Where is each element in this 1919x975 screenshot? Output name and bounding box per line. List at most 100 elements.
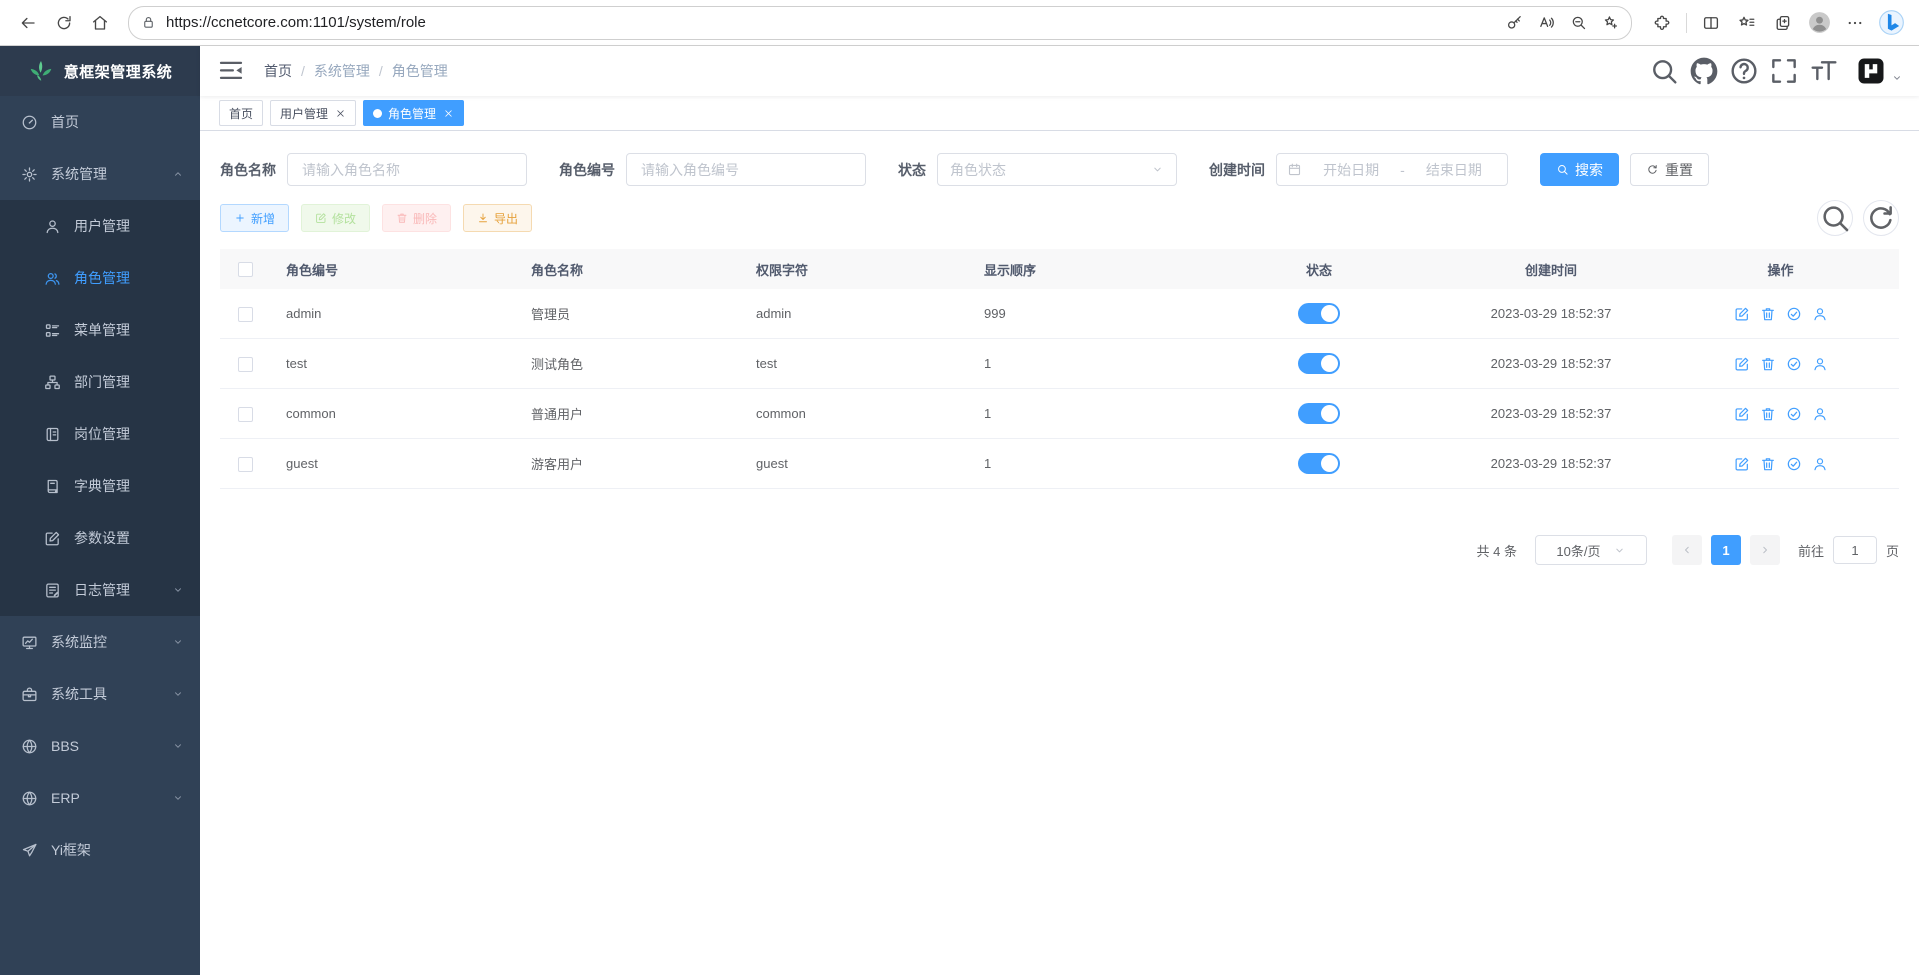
header-search-icon[interactable] [1648,55,1680,87]
password-key-icon[interactable] [1499,9,1529,37]
cell-perm-string: admin [740,289,968,339]
date-range-picker[interactable]: 开始日期 - 结束日期 [1276,153,1508,186]
row-assign-user-button[interactable] [1812,356,1828,372]
sidebar-item-bbs[interactable]: BBS [0,720,200,772]
status-select[interactable]: 角色状态 [937,153,1177,186]
close-icon[interactable] [335,108,346,119]
refresh-table-icon[interactable] [1863,200,1899,236]
help-icon[interactable] [1728,55,1760,87]
sidebar-item-label: 岗位管理 [74,424,184,444]
sidebar-item-role-management[interactable]: 角色管理 [0,252,200,304]
sidebar-item-user-management[interactable]: 用户管理 [0,200,200,252]
row-datascope-button[interactable] [1786,406,1802,422]
user-menu-caret-icon[interactable] [1891,72,1903,84]
show-search-toggle-icon[interactable] [1817,200,1853,236]
row-delete-button[interactable] [1760,356,1776,372]
delete-button[interactable]: 删除 [382,204,451,232]
page-unit-label: 页 [1886,541,1899,560]
role-code-input[interactable] [626,153,866,186]
read-aloud-icon[interactable] [1531,9,1561,37]
goto-page-input[interactable] [1833,536,1877,564]
close-icon[interactable] [443,108,454,119]
select-all-checkbox[interactable] [238,262,253,277]
status-toggle[interactable] [1298,303,1340,324]
row-datascope-button[interactable] [1786,356,1802,372]
sidebar-item-erp[interactable]: ERP [0,772,200,824]
collections-icon[interactable] [1765,6,1801,40]
breadcrumb-home[interactable]: 首页 [264,61,292,81]
cell-role-name: 普通用户 [515,389,740,439]
user-avatar-logo[interactable] [1856,56,1886,86]
row-checkbox[interactable] [238,407,253,422]
browser-more-icon[interactable] [1837,6,1873,40]
tab-角色管理[interactable]: 角色管理 [363,100,464,126]
search-button[interactable]: 搜索 [1540,153,1619,186]
tab-用户管理[interactable]: 用户管理 [270,100,356,126]
tab-label: 首页 [229,105,253,122]
fullscreen-icon[interactable] [1768,55,1800,87]
sidebar-item-label: 日志管理 [74,580,172,600]
next-page-button[interactable] [1750,535,1780,565]
sidebar-item-yi-framework[interactable]: Yi框架 [0,824,200,876]
row-assign-user-button[interactable] [1812,306,1828,322]
reset-button[interactable]: 重置 [1630,153,1709,186]
export-button[interactable]: 导出 [463,204,532,232]
bing-chat-icon[interactable] [1873,6,1909,40]
cell-role-name: 测试角色 [515,339,740,389]
sidebar-item-log-management[interactable]: 日志管理 [0,564,200,616]
sidebar-item-dict-management[interactable]: 字典管理 [0,460,200,512]
address-bar[interactable]: https://ccnetcore.com:1101/system/role [128,6,1632,40]
url-text[interactable]: https://ccnetcore.com:1101/system/role [166,14,1497,31]
row-edit-button[interactable] [1734,406,1750,422]
sidebar-item-dept-management[interactable]: 部门管理 [0,356,200,408]
browser-back-icon[interactable] [10,6,46,40]
cell-created-time: 2023-03-29 18:52:37 [1440,439,1662,489]
sidebar-item-system-monitor[interactable]: 系统监控 [0,616,200,668]
browser-home-icon[interactable] [82,6,118,40]
row-delete-button[interactable] [1760,406,1776,422]
row-assign-user-button[interactable] [1812,456,1828,472]
github-icon[interactable] [1688,55,1720,87]
role-name-input[interactable] [287,153,527,186]
add-button[interactable]: 新增 [220,204,289,232]
font-size-icon[interactable] [1808,55,1840,87]
page-number-1[interactable]: 1 [1711,535,1741,565]
status-toggle[interactable] [1298,453,1340,474]
add-favorite-icon[interactable] [1595,9,1625,37]
sidebar-item-param-settings[interactable]: 参数设置 [0,512,200,564]
split-screen-icon[interactable] [1693,6,1729,40]
row-checkbox[interactable] [238,457,253,472]
row-checkbox[interactable] [238,307,253,322]
browser-profile-avatar[interactable] [1801,6,1837,40]
row-delete-button[interactable] [1760,306,1776,322]
sidebar-item-home[interactable]: 首页 [0,96,200,148]
extensions-icon[interactable] [1644,6,1680,40]
zoom-out-icon[interactable] [1563,9,1593,37]
favorites-icon[interactable] [1729,6,1765,40]
sidebar-item-system-tools[interactable]: 系统工具 [0,668,200,720]
row-assign-user-button[interactable] [1812,406,1828,422]
start-date-placeholder[interactable]: 开始日期 [1308,160,1394,180]
browser-reload-icon[interactable] [46,6,82,40]
row-delete-button[interactable] [1760,456,1776,472]
end-date-placeholder[interactable]: 结束日期 [1411,160,1497,180]
status-toggle[interactable] [1298,353,1340,374]
row-edit-button[interactable] [1734,456,1750,472]
status-toggle[interactable] [1298,403,1340,424]
row-edit-button[interactable] [1734,356,1750,372]
row-edit-button[interactable] [1734,306,1750,322]
sidebar-item-menu-management[interactable]: 菜单管理 [0,304,200,356]
sidebar-item-post-management[interactable]: 岗位管理 [0,408,200,460]
edit-button[interactable]: 修改 [301,204,370,232]
sidebar-item-label: 系统管理 [51,164,172,184]
sidebar-item-system-management[interactable]: 系统管理 [0,148,200,200]
row-datascope-button[interactable] [1786,306,1802,322]
row-datascope-button[interactable] [1786,456,1802,472]
cell-perm-string: guest [740,439,968,489]
page-size-select[interactable]: 10条/页 [1535,535,1647,565]
column-header: 权限字符 [740,249,968,289]
prev-page-button[interactable] [1672,535,1702,565]
tab-首页[interactable]: 首页 [219,100,263,126]
row-checkbox[interactable] [238,357,253,372]
collapse-sidebar-icon[interactable] [216,56,246,86]
